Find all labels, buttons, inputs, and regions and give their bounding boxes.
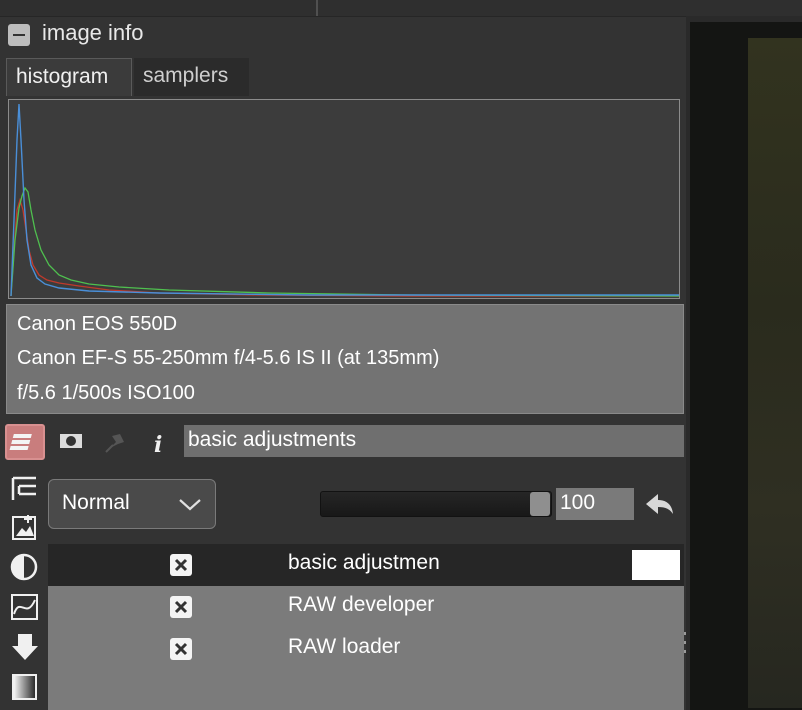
layer-row[interactable]: basic adjustmen bbox=[48, 544, 684, 586]
tree-icon[interactable] bbox=[10, 474, 40, 504]
layer-enabled-checkbox[interactable] bbox=[170, 596, 192, 618]
svg-text:i: i bbox=[154, 432, 162, 458]
gradient-icon[interactable] bbox=[10, 672, 40, 702]
info-icon[interactable]: i bbox=[140, 424, 178, 460]
photo-preview[interactable] bbox=[748, 38, 802, 708]
blend-mode-value: Normal bbox=[62, 491, 130, 514]
tab-samplers[interactable]: samplers bbox=[134, 58, 249, 96]
camera-model: Canon EOS 550D bbox=[17, 313, 178, 335]
exif-info-box: Canon EOS 550D Canon EF-S 55-250mm f/4-5… bbox=[6, 304, 684, 414]
layer-enabled-checkbox[interactable] bbox=[170, 638, 192, 660]
layers-list[interactable]: basic adjustmen RAW developer RAW loader bbox=[48, 544, 684, 710]
chevron-down-icon bbox=[179, 499, 201, 511]
layer-row[interactable]: RAW developer bbox=[48, 586, 684, 628]
blend-mode-select[interactable]: Normal bbox=[48, 479, 216, 529]
toolbar-divider bbox=[316, 0, 318, 16]
side-tool-strip bbox=[0, 466, 48, 710]
mask-icon[interactable] bbox=[52, 424, 90, 460]
histogram-green-channel bbox=[10, 186, 680, 297]
layer-enabled-checkbox[interactable] bbox=[170, 554, 192, 576]
contrast-icon[interactable] bbox=[10, 552, 40, 582]
layer-row[interactable]: RAW loader bbox=[48, 628, 684, 670]
opacity-slider[interactable] bbox=[320, 491, 552, 517]
opacity-slider-handle[interactable] bbox=[530, 492, 550, 516]
panel-title: image info bbox=[42, 20, 144, 45]
top-toolbar-strip bbox=[0, 0, 802, 17]
layer-label: RAW developer bbox=[288, 593, 435, 616]
histogram-blue-channel bbox=[10, 103, 679, 297]
image-add-icon[interactable] bbox=[10, 512, 40, 542]
layer-label: basic adjustmen bbox=[288, 551, 440, 574]
collapse-panel-button[interactable] bbox=[8, 24, 30, 46]
layers-icon[interactable] bbox=[5, 424, 45, 460]
pipette-icon[interactable] bbox=[10, 632, 40, 662]
image-viewer[interactable] bbox=[686, 16, 802, 710]
curve-icon[interactable] bbox=[10, 592, 40, 622]
reset-arrow-icon[interactable] bbox=[642, 488, 676, 520]
layer-mask-thumbnail[interactable] bbox=[632, 550, 680, 580]
layer-label: RAW loader bbox=[288, 635, 401, 658]
histogram-red-channel bbox=[10, 197, 679, 297]
exposure-info: f/5.6 1/500s ISO100 bbox=[17, 382, 195, 404]
opacity-input[interactable]: 100 bbox=[556, 488, 634, 520]
lens-info: Canon EF-S 55-250mm f/4-5.6 IS II (at 13… bbox=[17, 347, 440, 369]
module-name-field[interactable]: basic adjustments bbox=[184, 425, 684, 457]
histogram-plot bbox=[10, 103, 680, 297]
histogram-display bbox=[8, 99, 680, 299]
pin-icon[interactable] bbox=[96, 424, 134, 460]
tab-histogram[interactable]: histogram bbox=[6, 58, 132, 96]
